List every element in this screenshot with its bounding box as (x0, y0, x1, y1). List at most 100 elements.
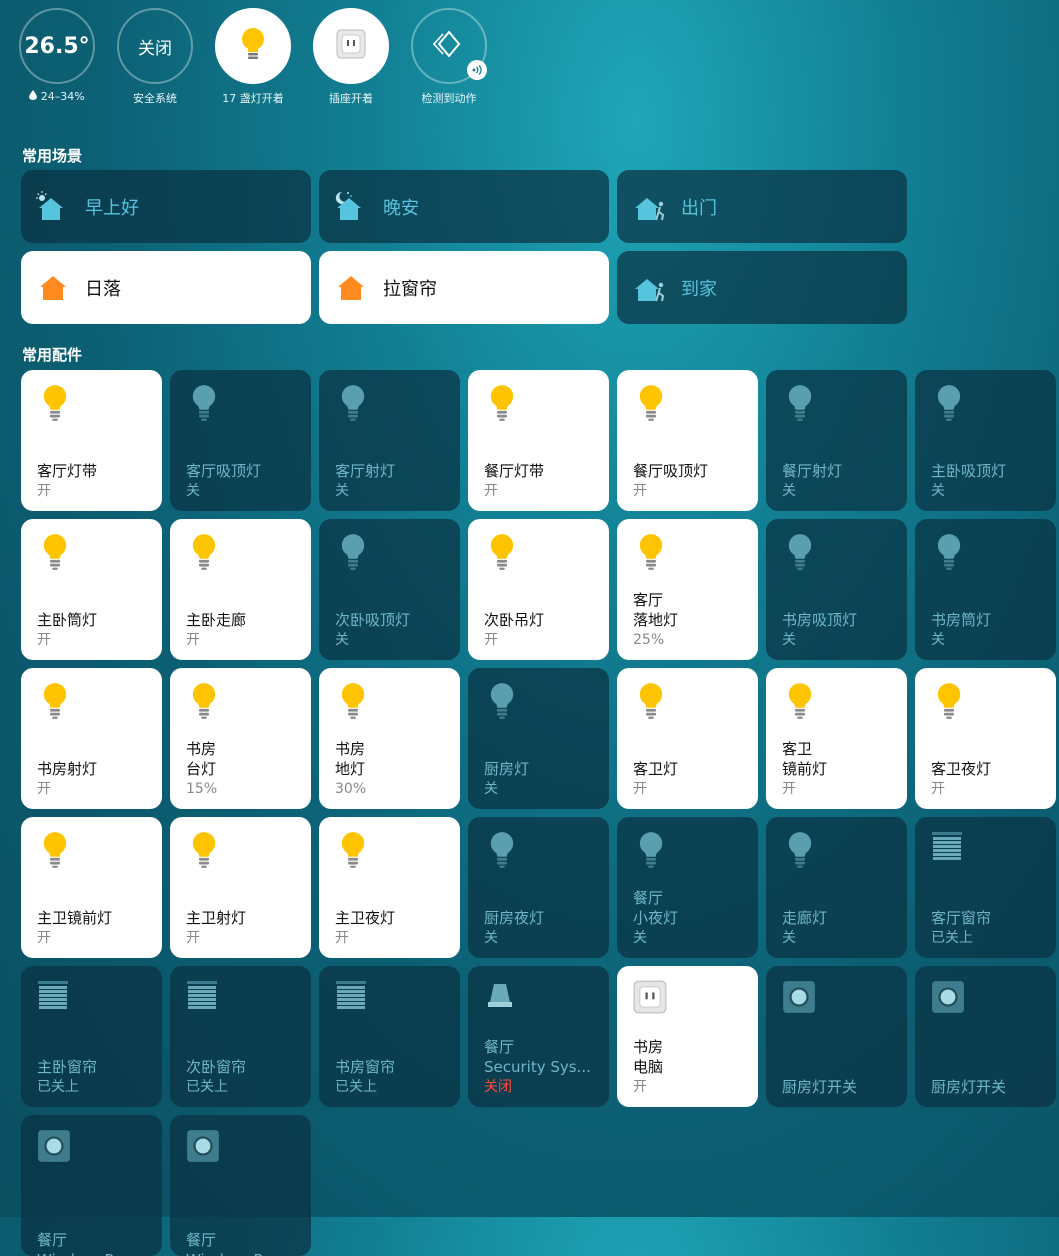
accessory-name: 书房筒灯 (931, 611, 992, 629)
accessory-room: 餐厅 (186, 1231, 217, 1249)
scene-button[interactable]: 日落 (21, 251, 311, 324)
accessory-name: Security Sys... (484, 1058, 591, 1076)
accessory-text: 餐厅Wireless Po... (37, 1230, 154, 1256)
accessory-name: 主卫夜灯 (335, 909, 396, 927)
accessory-tile[interactable]: 走廊灯关 (766, 817, 907, 958)
accessory-name: 次卧吊灯 (484, 611, 545, 629)
accessory-name: Wireless Po... (186, 1250, 303, 1256)
scene-button[interactable]: 晚安 (319, 170, 609, 243)
accessory-status: 开 (37, 483, 51, 499)
accessory-text: 次卧窗帘 已关上 (186, 1057, 303, 1097)
accessory-text: 书房窗帘 已关上 (335, 1057, 452, 1097)
accessory-tile[interactable]: 厨房灯开关 (766, 966, 907, 1107)
accessory-tile[interactable]: 厨房灯关 (468, 668, 609, 809)
scene-button[interactable]: 出门 (617, 170, 907, 243)
accessory-text: 餐厅 小夜灯关 (633, 888, 750, 948)
accessory-name: 厨房灯开关 (782, 1078, 858, 1096)
temperature-value: 26.5° (24, 33, 90, 59)
accessory-text: 客厅窗帘 已关上 (931, 908, 1048, 948)
bulb-icon (37, 831, 73, 868)
scene-label: 到家 (681, 278, 717, 300)
accessory-tile[interactable]: 厨房灯开关 (915, 966, 1056, 1107)
accessory-tile[interactable]: 餐厅 小夜灯关 (617, 817, 758, 958)
accessory-tile[interactable]: 次卧窗帘 已关上 (170, 966, 311, 1107)
accessory-text: 主卧窗帘 已关上 (37, 1057, 154, 1097)
climate-circle[interactable]: 26.5° (19, 8, 95, 84)
scene-button[interactable]: 拉窗帘 (319, 251, 609, 324)
security-status[interactable]: 关闭 安全系统 (117, 8, 193, 106)
accessory-status: 关闭 (484, 1079, 512, 1095)
security-circle[interactable]: 关闭 (117, 8, 193, 84)
accessory-tile[interactable]: 书房吸顶灯关 (766, 519, 907, 660)
accessory-status: 30% (335, 781, 367, 797)
switch-icon (186, 1129, 222, 1165)
accessory-name: 主卧吸顶灯 (931, 462, 1007, 480)
accessory-name: 客厅灯带 (37, 462, 98, 480)
accessory-tile[interactable]: 次卧吸顶灯关 (319, 519, 460, 660)
accessory-name: 书房窗帘 (335, 1058, 396, 1076)
accessory-tile[interactable]: 主卧窗帘 已关上 (21, 966, 162, 1107)
lights-circle[interactable] (215, 8, 291, 84)
accessory-tile[interactable]: 客厅灯带开 (21, 370, 162, 511)
accessory-room: 书房 (633, 1038, 664, 1056)
accessory-tile[interactable]: 餐厅射灯关 (766, 370, 907, 511)
accessory-tile[interactable]: 次卧吊灯开 (468, 519, 609, 660)
motion-status[interactable]: 检测到动作 (411, 8, 487, 106)
accessory-tile[interactable]: 客厅 落地灯 25% (617, 519, 758, 660)
accessory-tile[interactable]: 餐厅吸顶灯开 (617, 370, 758, 511)
accessory-tile[interactable]: 餐厅Wireless Po... (21, 1115, 162, 1256)
accessory-tile[interactable]: 餐厅 Security Sys... 关闭 (468, 966, 609, 1107)
accessory-tile[interactable]: 书房窗帘 已关上 (319, 966, 460, 1107)
accessory-tile[interactable]: 客厅射灯关 (319, 370, 460, 511)
accessory-tile[interactable]: 客厅窗帘 已关上 (915, 817, 1056, 958)
accessory-name: 餐厅灯带 (484, 462, 545, 480)
bulb-icon (186, 682, 222, 719)
accessory-text: 书房 电脑开 (633, 1037, 750, 1097)
accessory-name: 主卧走廊 (186, 611, 247, 629)
accessory-tile[interactable]: 客卫夜灯开 (915, 668, 1056, 809)
home-icon (35, 270, 71, 306)
accessory-tile[interactable]: 主卧走廊开 (170, 519, 311, 660)
accessory-status: 关 (782, 632, 796, 648)
accessory-tile[interactable]: 主卧吸顶灯关 (915, 370, 1056, 511)
bulb-icon (335, 384, 371, 421)
accessory-tile[interactable]: 主卧筒灯开 (21, 519, 162, 660)
bulb-icon (931, 682, 967, 719)
accessory-tile[interactable]: 客卫灯开 (617, 668, 758, 809)
accessory-tile[interactable]: 主卫镜前灯开 (21, 817, 162, 958)
accessory-tile[interactable]: 书房筒灯关 (915, 519, 1056, 660)
accessory-text: 次卧吊灯开 (484, 610, 601, 650)
accessory-tile[interactable]: 主卫夜灯开 (319, 817, 460, 958)
accessory-name: 书房射灯 (37, 760, 98, 778)
outlets-status[interactable]: 插座开着 (313, 8, 389, 106)
scene-button[interactable]: 到家 (617, 251, 907, 324)
security-value: 关闭 (138, 38, 172, 59)
accessory-tile[interactable]: 书房 地灯 30% (319, 668, 460, 809)
accessory-status: 15% (186, 781, 218, 797)
accessory-status: 关 (931, 632, 945, 648)
accessory-status: 开 (633, 483, 647, 499)
outlets-circle[interactable] (313, 8, 389, 84)
lights-status[interactable]: 17 盏灯开着 (215, 8, 291, 106)
accessory-text: 厨房灯开关 (782, 1077, 899, 1097)
accessory-tile[interactable]: 书房 台灯 15% (170, 668, 311, 809)
accessory-tile[interactable]: 餐厅灯带开 (468, 370, 609, 511)
accessory-name: 客厅吸顶灯 (186, 462, 262, 480)
accessory-tile[interactable]: 主卫射灯开 (170, 817, 311, 958)
accessory-tile[interactable]: 客卫 镜前灯开 (766, 668, 907, 809)
accessory-name: 镜前灯 (782, 760, 828, 778)
accessory-tile[interactable]: 客厅吸顶灯关 (170, 370, 311, 511)
accessory-tile[interactable]: 餐厅Wireless Po... (170, 1115, 311, 1256)
bulb-icon (931, 384, 967, 421)
accessory-tile[interactable]: 厨房夜灯关 (468, 817, 609, 958)
motion-circle[interactable] (411, 8, 487, 84)
scene-button[interactable]: 早上好 (21, 170, 311, 243)
accessory-tile[interactable]: 书房 电脑开 (617, 966, 758, 1107)
scenes-section-title: 常用场景 (22, 147, 83, 165)
climate-status[interactable]: 26.5° 24–34% (19, 8, 95, 106)
accessory-tile[interactable]: 书房射灯开 (21, 668, 162, 809)
accessory-name: 次卧窗帘 (186, 1058, 247, 1076)
bulb-icon (186, 533, 222, 570)
bulb-icon (484, 533, 520, 570)
accessory-text: 客卫 镜前灯开 (782, 739, 899, 799)
